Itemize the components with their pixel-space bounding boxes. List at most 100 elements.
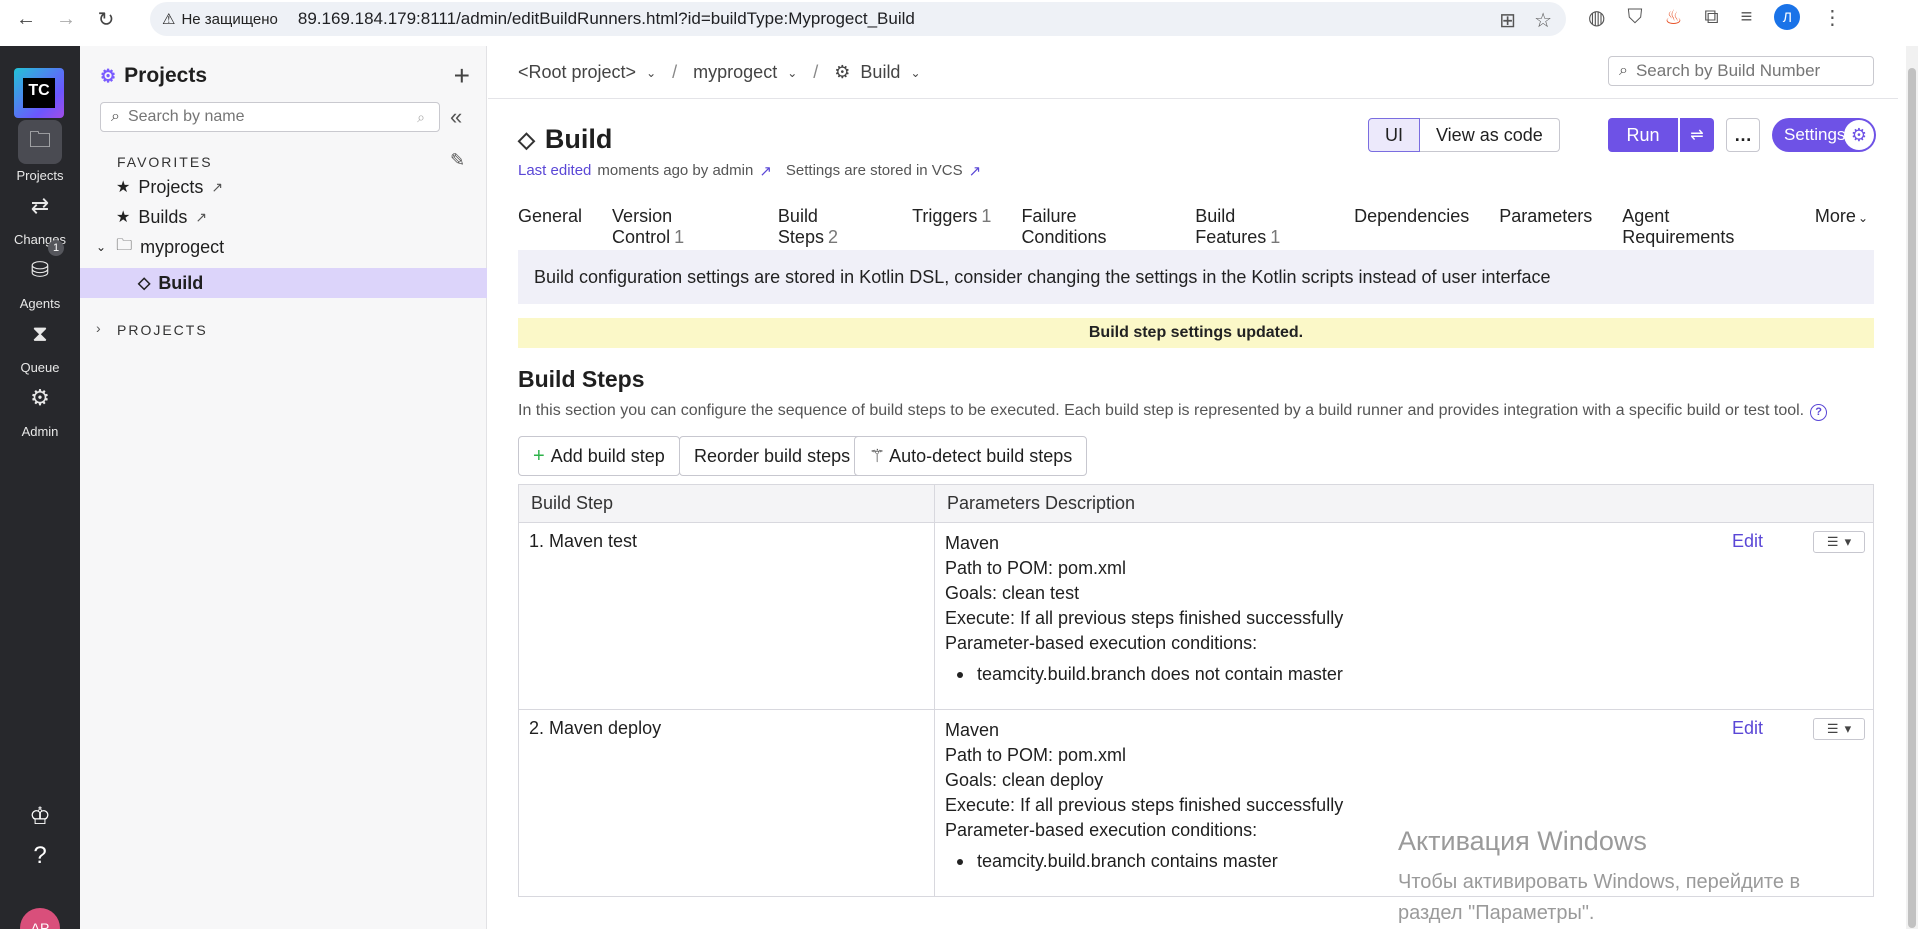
breadcrumb-project[interactable]: myprogect [693, 62, 777, 83]
sidebar-item-fav-projects[interactable]: ★ Projects ↗ [80, 172, 487, 202]
nav-agents[interactable]: ⛁ 1 Agents [0, 240, 80, 311]
section-description: In this section you can configure the se… [518, 402, 1828, 421]
view-as-code-button[interactable]: View as code [1420, 118, 1560, 152]
build-number-search[interactable]: ⌕ [1608, 56, 1874, 86]
tab-parameters[interactable]: Parameters [1499, 206, 1592, 254]
tab-dependencies[interactable]: Dependencies [1354, 206, 1469, 254]
security-label: Не защищено [181, 10, 278, 28]
edit-link[interactable]: Edit [1732, 531, 1763, 552]
run-options-icon[interactable]: ⇌ [1680, 118, 1714, 152]
step-name[interactable]: 1. Maven test [518, 522, 935, 710]
success-notice: Build step settings updated. [518, 318, 1874, 348]
step-name[interactable]: 2. Maven deploy [518, 709, 935, 897]
teamcity-logo[interactable]: TC [14, 68, 64, 118]
tab-build-steps[interactable]: Build Steps 2 [777, 206, 883, 256]
table-row[interactable]: 1. Maven test Maven Path to POM: pom.xml… [518, 522, 1874, 710]
section-title: Build Steps [518, 366, 645, 392]
plus-icon: + [533, 444, 545, 467]
help-icon[interactable]: ? [24, 840, 56, 872]
step-actions-dropdown[interactable]: ☰ ▾ [1813, 531, 1865, 553]
chevron-down-icon[interactable]: ⌄ [787, 66, 797, 80]
sidebar-item-myprogect[interactable]: ⌄ 🗀 myprogect [80, 232, 487, 262]
fire-extension-icon[interactable]: ♨ [1664, 5, 1682, 30]
diamond-icon: ◇ [138, 275, 151, 292]
reload-icon[interactable]: ↻ [92, 5, 120, 33]
chevron-down-icon[interactable]: ⌄ [96, 240, 106, 254]
sidebar-search[interactable]: ⌕ ⌕ [100, 102, 440, 132]
shield-extension-icon[interactable]: ⛉ [1627, 6, 1642, 29]
browser-toolbar: ← → ↻ ⚠ Не защищено 89.169.184.179:8111/… [0, 0, 1918, 38]
add-project-button[interactable]: + [454, 60, 470, 92]
settings-vcs-label: Settings are stored in VCS [785, 162, 963, 179]
changes-icon: ⇄ [30, 193, 50, 218]
tab-build-features[interactable]: Build Features 1 [1195, 206, 1324, 254]
breadcrumb-root[interactable]: <Root project> [518, 62, 636, 83]
reorder-build-steps-button[interactable]: Reorder build steps [679, 436, 866, 476]
gear-icon: ⚙ [834, 62, 851, 82]
hourglass-icon: ⧗ [32, 321, 48, 346]
run-button[interactable]: Run [1608, 118, 1678, 152]
left-navigation: TC 🗀 Projects ⇄ Changes ⛁ 1 Agents ⧗ Que… [0, 46, 80, 929]
external-link-icon[interactable]: ↗ [759, 162, 772, 180]
back-icon[interactable]: ← [12, 5, 40, 33]
column-header-parameters: Parameters Description [934, 484, 1874, 523]
gear-icon: ⚙ [1844, 120, 1874, 150]
chevron-right-icon[interactable]: › [96, 320, 101, 336]
media-control-icon[interactable]: ≡ [1741, 6, 1753, 29]
help-icon[interactable]: ? [1810, 404, 1828, 421]
scrollbar-thumb[interactable] [1908, 68, 1916, 928]
nav-projects[interactable]: 🗀 Projects [0, 120, 80, 183]
browser-menu-icon[interactable]: ⋮ [1822, 5, 1842, 30]
security-indicator[interactable]: ⚠ Не защищено [162, 10, 278, 29]
settings-button[interactable]: Settings ⚙ [1772, 118, 1876, 152]
external-link-icon[interactable]: ↗ [969, 162, 982, 180]
translate-icon[interactable]: ⊞ [1499, 8, 1516, 33]
bookmark-star-icon[interactable]: ☆ [1534, 8, 1552, 33]
profile-avatar[interactable]: Л [1774, 4, 1801, 30]
sidebar-search-input[interactable] [127, 108, 388, 126]
url-text[interactable]: 89.169.184.179:8111/admin/editBuildRunne… [298, 9, 915, 29]
build-number-search-input[interactable] [1635, 61, 1856, 81]
chevron-down-icon[interactable]: ⌄ [646, 66, 656, 80]
divider [488, 98, 1898, 99]
tab-agent-requirements[interactable]: Agent Requirements [1622, 206, 1785, 254]
collapse-sidebar-icon[interactable]: « [450, 104, 462, 130]
projects-section-label[interactable]: PROJECTS [117, 322, 208, 338]
user-avatar[interactable]: AP [20, 908, 60, 929]
edit-link[interactable]: Edit [1732, 718, 1763, 739]
nav-queue[interactable]: ⧗ Queue [0, 312, 80, 375]
tab-more[interactable]: More ⌄ [1815, 206, 1868, 254]
nav-changes[interactable]: ⇄ Changes [0, 184, 80, 247]
kotlin-dsl-info: Build configuration settings are stored … [518, 250, 1874, 304]
external-link-icon[interactable]: ↗ [211, 179, 223, 196]
pencil-icon[interactable]: ✎ [450, 150, 465, 171]
forward-icon[interactable]: → [52, 5, 80, 33]
page-scrollbar[interactable] [1906, 46, 1918, 929]
external-link-icon[interactable]: ↗ [195, 209, 207, 226]
folder-icon: 🗀 [18, 120, 62, 164]
sidebar-item-fav-builds[interactable]: ★ Builds ↗ [80, 202, 487, 232]
globe-extension-icon[interactable]: ◍ [1588, 5, 1605, 30]
step-actions-dropdown[interactable]: ☰ ▾ [1813, 718, 1865, 740]
tab-failure-conditions[interactable]: Failure Conditions [1021, 206, 1165, 254]
chevron-down-icon[interactable]: ⌄ [910, 66, 920, 80]
page-title: ◇ Build [518, 124, 613, 154]
ui-mode-button[interactable]: UI [1368, 118, 1420, 152]
tab-triggers[interactable]: Triggers 1 [912, 206, 991, 254]
tab-version-control[interactable]: Version Control 1 [612, 206, 748, 254]
last-edited-link[interactable]: Last edited [518, 162, 591, 180]
trophy-icon[interactable]: ♔ [24, 800, 56, 832]
extensions-puzzle-icon[interactable]: ⧉ [1704, 6, 1718, 29]
breadcrumb-build[interactable]: Build [860, 62, 900, 83]
add-build-step-button[interactable]: + Add build step [518, 436, 680, 476]
address-bar[interactable]: ⚠ Не защищено 89.169.184.179:8111/admin/… [150, 2, 1566, 36]
star-icon: ★ [116, 209, 131, 226]
nav-admin[interactable]: ⚙ Admin [0, 376, 80, 439]
search-icon: ⌕ [1619, 62, 1628, 79]
windows-activation-watermark: Активация Windows Чтобы активировать Win… [1398, 826, 1801, 924]
auto-detect-build-steps-button[interactable]: ⚚ Auto-detect build steps [854, 436, 1088, 476]
tab-general[interactable]: General [518, 206, 582, 254]
sidebar-item-build[interactable]: ◇ Build [80, 268, 487, 298]
more-actions-button[interactable]: … [1726, 118, 1760, 152]
breadcrumb: <Root project> ⌄ / myprogect ⌄ / ⚙ Build… [518, 62, 921, 83]
